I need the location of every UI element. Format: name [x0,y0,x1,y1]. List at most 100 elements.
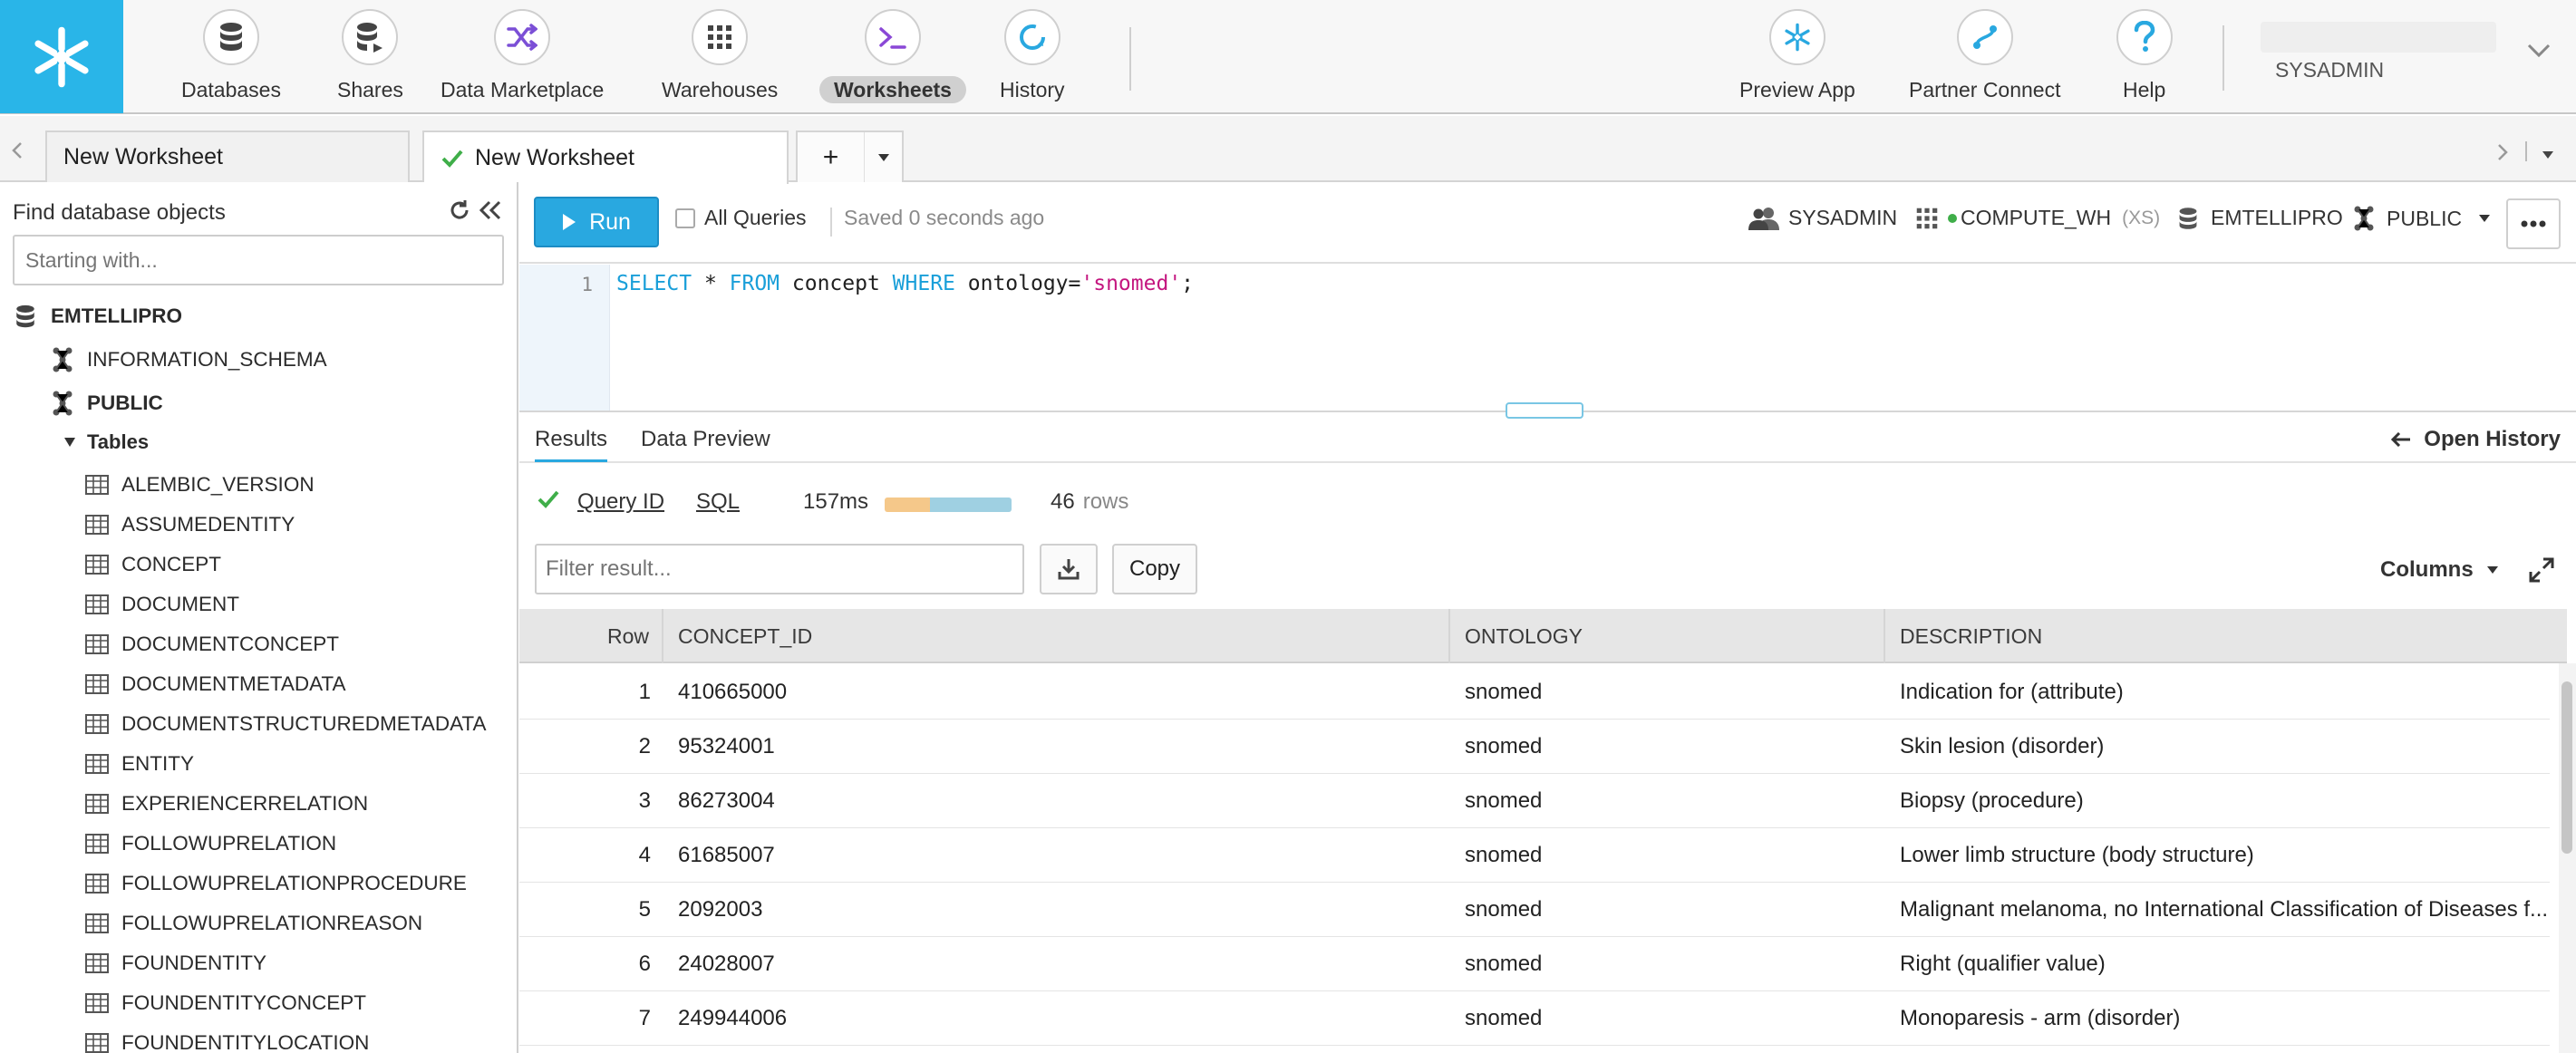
tree-table-item[interactable]: FOUNDENTITYLOCATION [85,1031,369,1053]
nav-worksheets[interactable]: Worksheets [819,9,966,103]
add-worksheet-button[interactable]: + [798,132,865,182]
tree-database-emtellipro[interactable]: EMTELLIPRO [15,304,182,328]
nav-preview-app[interactable]: Preview App [1725,9,1870,103]
tree-table-item[interactable]: EXPERIENCERRELATION [85,792,368,816]
cell-ontology[interactable]: snomed [1450,883,1885,937]
cell-description[interactable]: Lower limb structure (body structure) [1885,828,2552,883]
role-selector[interactable]: SYSADMIN [1748,206,1897,230]
tree-table-item[interactable]: ALEMBIC_VERSION [85,473,315,497]
tab-results[interactable]: Results [535,427,608,462]
table-row[interactable]: 6 24028007 snomed Right (qualifier value) [519,937,2550,991]
cell-concept-id[interactable]: 410665000 [663,665,1450,720]
nav-data-marketplace[interactable]: Data Marketplace [426,9,618,103]
tree-table-item[interactable]: FOLLOWUPRELATIONPROCEDURE [85,872,467,895]
tree-table-item[interactable]: DOCUMENT [85,593,239,616]
collapse-sidebar-icon[interactable] [479,200,502,220]
table-row[interactable]: 7 249944006 snomed Monoparesis - arm (disor… [519,991,2550,1046]
cell-concept-id[interactable]: 24028007 [663,937,1450,991]
sql-editor[interactable]: 1 SELECT * FROM concept WHERE ontology='… [519,265,2576,411]
open-history-button[interactable]: Open History [2391,427,2561,452]
table-row[interactable]: 4 61685007 snomed Lower limb structure (bod… [519,828,2550,883]
tree-folder-tables[interactable]: Tables [63,430,149,454]
sql-code-line[interactable]: SELECT * FROM concept WHERE ontology='sn… [616,272,1194,295]
cell-concept-id[interactable]: 86273004 [663,774,1450,828]
cell-row-number[interactable]: 1 [519,665,663,720]
cell-ontology[interactable]: snomed [1450,774,1885,828]
results-scrollbar-thumb[interactable] [2561,681,2572,854]
cell-concept-id[interactable]: 249944006 [663,991,1450,1046]
tree-table-item[interactable]: FOLLOWUPRELATIONREASON [85,912,422,935]
cell-ontology[interactable]: snomed [1450,665,1885,720]
nav-help[interactable]: Help [2108,9,2180,103]
column-header-concept-id[interactable]: CONCEPT_ID [663,609,1450,663]
tree-table-item[interactable]: DOCUMENTMETADATA [85,672,346,696]
cell-ontology[interactable]: snomed [1450,991,1885,1046]
cell-description[interactable]: Monoparesis - arm (disorder) [1885,991,2552,1046]
cell-ontology[interactable]: snomed [1450,937,1885,991]
column-header-row[interactable]: Row [519,609,663,663]
column-header-ontology[interactable]: ONTOLOGY [1450,609,1885,663]
columns-menu-button[interactable]: Columns [2380,557,2499,583]
worksheet-menu-caret-icon[interactable] [865,153,902,162]
more-options-button[interactable] [2506,198,2561,249]
tree-table-item[interactable]: DOCUMENTCONCEPT [85,633,339,656]
tab-data-preview[interactable]: Data Preview [641,427,770,452]
warehouse-selector[interactable]: COMPUTE_WH (XS) [1915,206,2160,230]
nav-warehouses[interactable]: Warehouses [647,9,792,103]
tree-table-item[interactable]: FOLLOWUPRELATION [85,832,336,855]
table-row[interactable]: 2 95324001 snomed Skin lesion (disorder) [519,720,2550,774]
table-row[interactable]: 5 2092003 snomed Malignant melanoma, no Int… [519,883,2550,937]
snowflake-logo[interactable] [0,0,123,113]
tree-table-item[interactable]: FOUNDENTITYCONCEPT [85,991,366,1015]
table-row[interactable]: 3 86273004 snomed Biopsy (procedure) [519,774,2550,828]
worksheet-tab-active[interactable]: New Worksheet [422,130,789,184]
sql-link[interactable]: SQL [696,489,740,515]
cell-description[interactable]: Biopsy (procedure) [1885,774,2552,828]
user-role-label[interactable]: SYSADMIN [2275,58,2384,82]
tree-schema-public[interactable]: PUBLIC [49,391,163,416]
column-header-description[interactable]: DESCRIPTION [1885,609,2567,663]
cell-row-number[interactable]: 2 [519,720,663,774]
database-selector[interactable]: EMTELLIPRO [2178,206,2343,230]
cell-ontology[interactable]: snomed [1450,720,1885,774]
tab-scroll-left-icon[interactable] [11,141,24,159]
cell-ontology[interactable]: snomed [1450,828,1885,883]
tree-table-item[interactable]: DOCUMENTSTRUCTUREDMETADATA [85,712,486,736]
nav-shares[interactable]: Shares [323,9,418,103]
results-scrollbar[interactable] [2559,663,2576,1053]
object-search-input[interactable] [13,235,504,285]
tree-table-item[interactable]: ASSUMEDENTITY [85,513,295,536]
nav-partner-connect[interactable]: Partner Connect [1894,9,2075,103]
tree-table-item[interactable]: CONCEPT [85,553,221,576]
cell-concept-id[interactable]: 95324001 [663,720,1450,774]
cell-row-number[interactable]: 5 [519,883,663,937]
filter-result-input[interactable] [535,544,1024,594]
cell-description[interactable]: Right (qualifier value) [1885,937,2552,991]
tab-list-caret-icon[interactable] [2542,150,2554,159]
table-row[interactable]: 1 410665000 snomed Indication for (attribut… [519,665,2550,720]
cell-row-number[interactable]: 4 [519,828,663,883]
cell-description[interactable]: Malignant melanoma, no International Cla… [1885,883,2552,937]
cell-row-number[interactable]: 7 [519,991,663,1046]
query-id-link[interactable]: Query ID [577,489,664,515]
refresh-icon[interactable] [448,198,471,222]
expand-results-icon[interactable] [2529,557,2554,583]
cell-row-number[interactable]: 3 [519,774,663,828]
cell-concept-id[interactable]: 2092003 [663,883,1450,937]
cell-concept-id[interactable]: 61685007 [663,828,1450,883]
worksheet-tab[interactable]: New Worksheet [45,130,410,182]
schema-selector[interactable]: PUBLIC [2350,206,2491,231]
tree-table-item[interactable]: ENTITY [85,752,194,776]
cell-description[interactable]: Skin lesion (disorder) [1885,720,2552,774]
copy-button[interactable]: Copy [1112,544,1197,594]
download-button[interactable] [1040,544,1098,594]
cell-description[interactable]: Indication for (attribute) [1885,665,2552,720]
all-queries-checkbox[interactable]: All Queries [675,206,806,230]
tree-table-item[interactable]: FOUNDENTITY [85,952,266,975]
user-menu-chevron-icon[interactable] [2527,43,2551,58]
nav-databases[interactable]: Databases [167,9,295,103]
tab-scroll-right-icon[interactable] [2496,143,2509,161]
tree-schema-information-schema[interactable]: INFORMATION_SCHEMA [49,347,327,372]
run-button[interactable]: Run [534,197,659,247]
nav-history[interactable]: History [985,9,1080,103]
